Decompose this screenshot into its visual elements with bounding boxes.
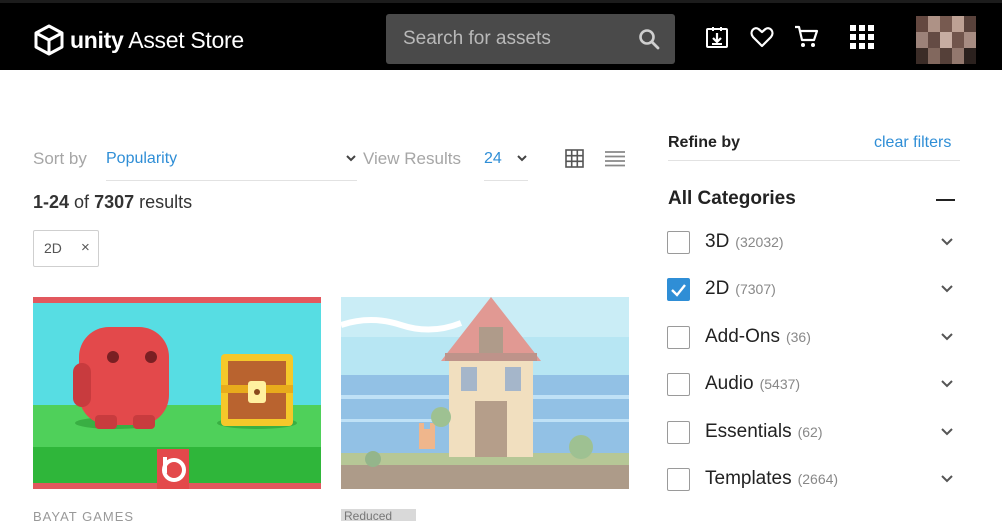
- sort-value: Popularity: [106, 150, 178, 167]
- category-label: Templates (2664): [705, 468, 838, 490]
- close-icon[interactable]: ×: [81, 239, 90, 256]
- category-name: Essentials: [705, 421, 792, 442]
- list-view-icon[interactable]: [605, 150, 625, 167]
- category-row-add-ons[interactable]: Add-Ons (36): [667, 326, 967, 352]
- chevron-down-icon[interactable]: [940, 284, 954, 294]
- avatar-pixels: [916, 48, 976, 64]
- avatar-pixels: [916, 32, 976, 48]
- asset-vendor[interactable]: BAYAT GAMES: [33, 509, 134, 524]
- logo-text: unity Asset Store: [70, 26, 244, 53]
- chevron-down-icon[interactable]: [940, 379, 954, 389]
- category-row-3d[interactable]: 3D (32032): [667, 231, 967, 257]
- category-name: Add-Ons: [705, 326, 780, 347]
- category-name: Audio: [705, 373, 754, 394]
- grid-view-icon[interactable]: [565, 149, 584, 168]
- asset-card-thumbnail[interactable]: [33, 297, 321, 489]
- category-label: 3D (32032): [705, 231, 784, 253]
- downloads-icon[interactable]: [704, 24, 730, 50]
- category-checkbox[interactable]: [667, 373, 690, 396]
- category-label: Essentials (62): [705, 421, 823, 443]
- category-count: (36): [785, 329, 811, 345]
- category-count: (5437): [759, 376, 801, 392]
- category-row-templates[interactable]: Templates (2664): [667, 468, 967, 494]
- category-checkbox[interactable]: [667, 278, 690, 301]
- apps-grid-icon[interactable]: [849, 24, 875, 50]
- unity-logo-icon: [34, 24, 64, 56]
- asset-thumbnail-image: [33, 297, 321, 489]
- category-checkbox[interactable]: [667, 326, 690, 349]
- search-input[interactable]: [386, 14, 626, 64]
- minus-icon[interactable]: [936, 199, 955, 201]
- category-name: 2D: [705, 278, 730, 299]
- results-count: 1-24 of 7307 results: [33, 192, 193, 212]
- view-results-label: View Results: [363, 149, 461, 168]
- category-row-essentials[interactable]: Essentials (62): [667, 421, 967, 447]
- cart-icon[interactable]: [793, 24, 819, 50]
- category-label: Add-Ons (36): [705, 326, 811, 348]
- chevron-down-icon[interactable]: [940, 474, 954, 484]
- top-navbar: unity Asset Store: [0, 0, 1002, 70]
- chevron-down-icon: [346, 155, 356, 162]
- category-checkbox[interactable]: [667, 231, 690, 254]
- asset-card-thumbnail[interactable]: [341, 297, 629, 489]
- avatar[interactable]: [916, 16, 976, 64]
- filter-chip-2d[interactable]: 2D ×: [33, 230, 99, 267]
- search-bar[interactable]: [386, 14, 675, 64]
- category-checkbox[interactable]: [667, 468, 690, 491]
- chevron-down-icon[interactable]: [940, 427, 954, 437]
- category-count: (32032): [735, 234, 784, 250]
- filter-chip-label: 2D: [44, 240, 62, 256]
- unity-asset-store-logo[interactable]: unity Asset Store: [32, 23, 244, 57]
- category-name: Templates: [705, 468, 792, 489]
- clear-filters-link[interactable]: clear filters: [874, 134, 951, 152]
- heart-icon[interactable]: [749, 24, 775, 50]
- divider: [668, 160, 960, 161]
- chevron-down-icon: [517, 155, 527, 162]
- sort-label: Sort by: [33, 149, 87, 168]
- category-count: (7307): [735, 281, 776, 297]
- refine-title: Refine by: [668, 134, 741, 151]
- view-results-value: 24: [484, 150, 502, 167]
- chevron-down-icon[interactable]: [940, 237, 954, 247]
- check-icon: [671, 284, 686, 297]
- asset-thumbnail-image: [341, 297, 629, 489]
- category-row-2d[interactable]: 2D (7307): [667, 278, 967, 304]
- category-count: (2664): [797, 471, 839, 487]
- category-label: 2D (7307): [705, 278, 776, 300]
- all-categories-heading[interactable]: All Categories: [668, 188, 796, 210]
- sort-dropdown[interactable]: Popularity: [106, 148, 357, 181]
- search-icon[interactable]: [638, 28, 660, 50]
- header-topline: [0, 0, 1002, 3]
- view-results-dropdown[interactable]: 24: [484, 148, 528, 181]
- category-label: Audio (5437): [705, 373, 800, 395]
- category-checkbox[interactable]: [667, 421, 690, 444]
- asset-badge: Reduced: [341, 509, 416, 523]
- category-row-audio[interactable]: Audio (5437): [667, 373, 967, 399]
- category-count: (62): [797, 424, 823, 440]
- category-name: 3D: [705, 231, 730, 252]
- chevron-down-icon[interactable]: [940, 332, 954, 342]
